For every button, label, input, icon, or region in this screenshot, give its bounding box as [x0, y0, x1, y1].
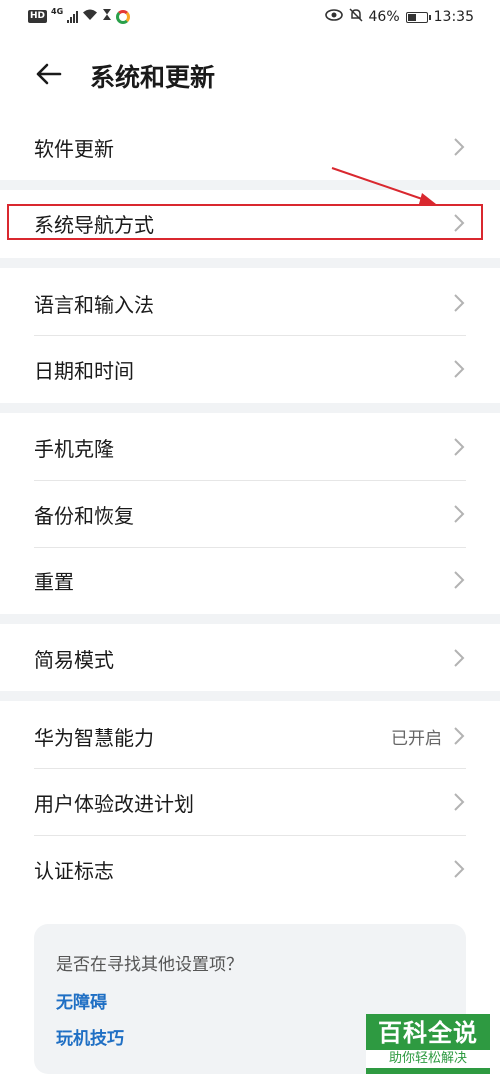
chevron-right-icon	[454, 727, 465, 745]
chevron-right-icon	[454, 438, 465, 456]
status-left: HD 4G	[28, 7, 131, 25]
status-right: 46% 13:35	[324, 8, 474, 26]
group-gap	[0, 180, 500, 190]
chevron-right-icon	[454, 649, 465, 667]
chevron-right-icon	[454, 571, 465, 589]
header: 系统和更新	[0, 48, 500, 104]
back-button[interactable]	[30, 56, 66, 92]
battery-percent: 46%	[368, 9, 400, 25]
setting-label: 备份和恢复	[34, 503, 134, 528]
chevron-right-icon	[454, 138, 465, 156]
battery-fill	[407, 13, 416, 21]
setting-label: 认证标志	[34, 858, 114, 883]
setting-label: 简易模式	[34, 647, 114, 672]
chevron-right-icon	[454, 860, 465, 878]
setting-status-value: 已开启	[391, 728, 442, 749]
setting-label: 日期和时间	[34, 358, 134, 383]
setting-row-huawei-assistant[interactable]: 华为智慧能力 已开启	[0, 703, 500, 769]
setting-label: 语言和输入法	[34, 292, 154, 317]
group-gap	[0, 614, 500, 624]
hd-badge: HD	[28, 10, 48, 23]
chevron-right-icon	[454, 793, 465, 811]
chevron-right-icon	[454, 294, 465, 312]
battery-icon	[405, 11, 431, 23]
setting-label: 用户体验改进计划	[34, 791, 194, 816]
chevron-right-icon	[454, 360, 465, 378]
chevron-right-icon	[454, 505, 465, 523]
wifi-icon	[82, 8, 98, 25]
setting-row-software-update[interactable]: 软件更新	[0, 114, 500, 180]
bell-off-icon	[348, 8, 363, 26]
page-title: 系统和更新	[90, 63, 216, 92]
watermark-logo: 百科全说 助你轻松解决	[366, 1014, 490, 1074]
suggestion-title: 是否在寻找其他设置项？	[56, 955, 243, 975]
watermark-brand: 百科全说	[378, 1019, 478, 1047]
app-notification-icon	[116, 9, 131, 24]
setting-row-user-experience[interactable]: 用户体验改进计划	[0, 769, 500, 835]
setting-label: 重置	[34, 569, 74, 594]
setting-label: 软件更新	[34, 136, 114, 161]
setting-row-certification[interactable]: 认证标志	[0, 836, 500, 902]
network-type: 4G	[51, 7, 64, 16]
setting-row-date-time[interactable]: 日期和时间	[0, 336, 500, 402]
setting-label: 手机克隆	[34, 436, 114, 461]
arrow-left-icon	[36, 63, 62, 85]
suggestion-link-accessibility[interactable]: 无障碍	[56, 988, 107, 1013]
clock: 13:35	[433, 9, 474, 25]
suggestion-link-tips[interactable]: 玩机技巧	[56, 1024, 124, 1049]
group-gap	[0, 403, 500, 413]
hourglass-icon	[102, 8, 112, 25]
group-gap	[0, 691, 500, 701]
setting-row-phone-clone[interactable]: 手机克隆	[0, 414, 500, 480]
setting-label: 华为智慧能力	[34, 725, 154, 750]
setting-row-backup-restore[interactable]: 备份和恢复	[0, 481, 500, 547]
annotation-highlight-box	[7, 204, 483, 240]
eye-icon	[324, 9, 343, 25]
signal-icon	[67, 10, 79, 23]
setting-row-simple-mode[interactable]: 简易模式	[0, 625, 500, 691]
setting-row-reset[interactable]: 重置	[0, 547, 500, 613]
group-gap	[0, 258, 500, 268]
setting-row-language-input[interactable]: 语言和输入法	[0, 270, 500, 336]
status-bar: HD 4G 46% 13:35	[0, 0, 500, 36]
watermark-slogan: 助你轻松解决	[366, 1050, 490, 1068]
